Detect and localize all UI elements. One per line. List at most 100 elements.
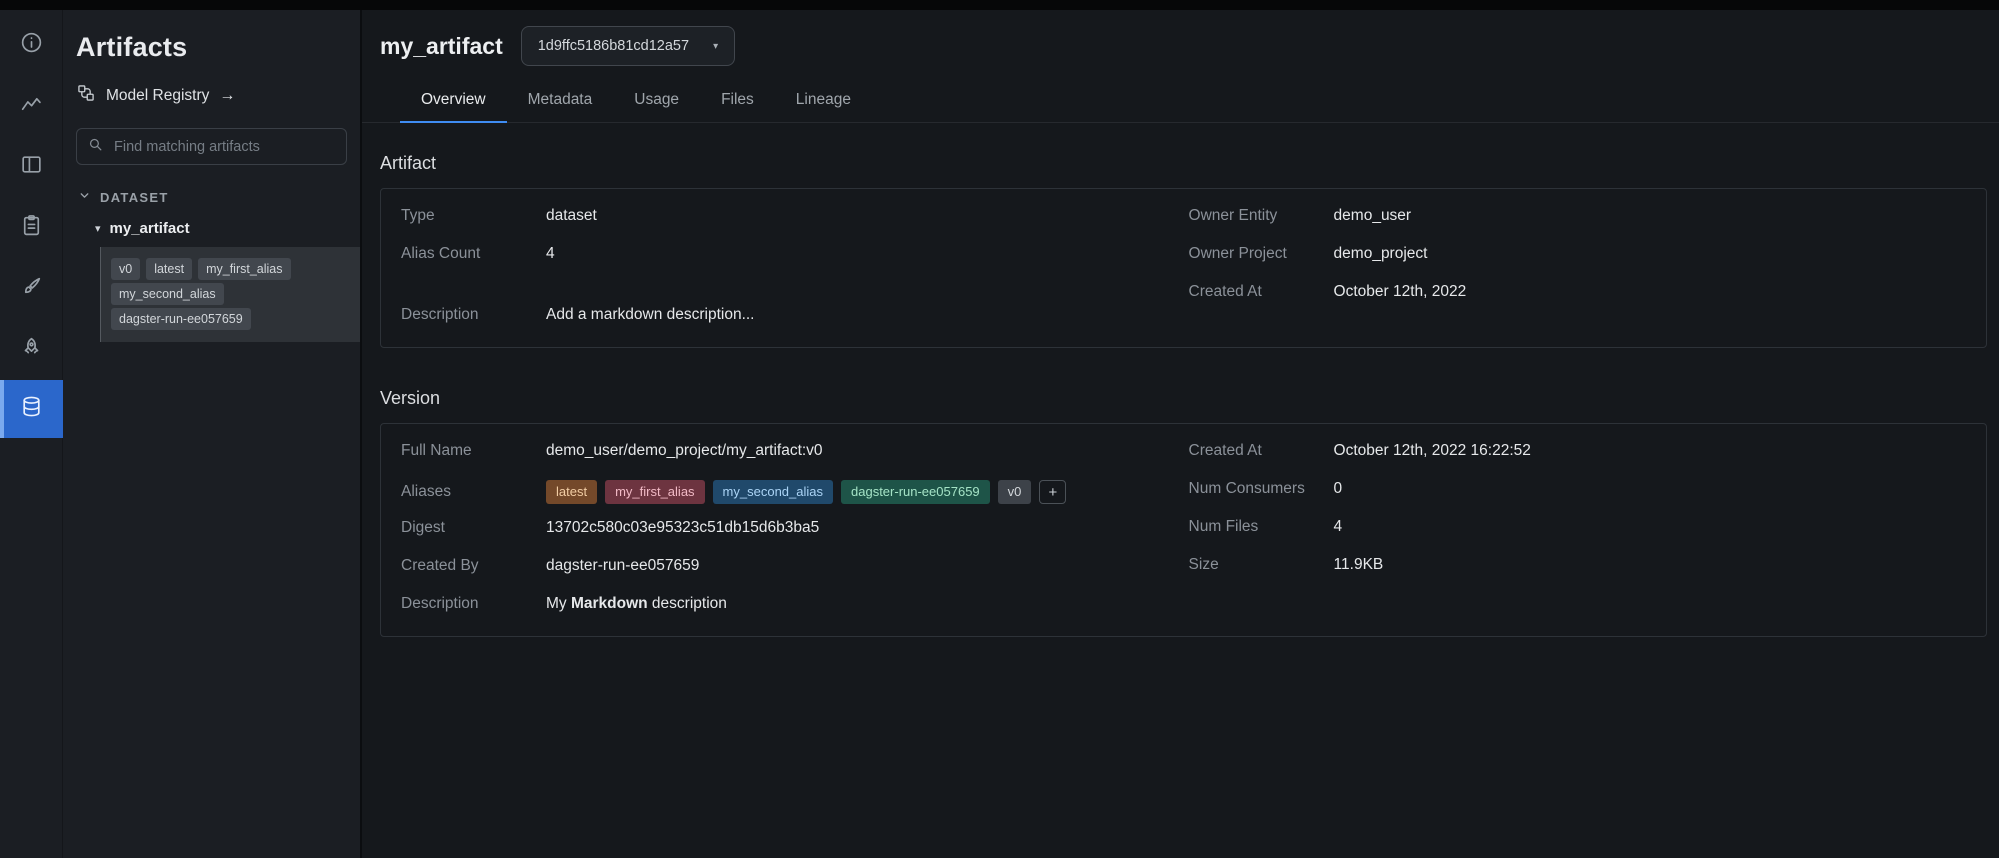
field-row-created-at: Created At October 12th, 2022 [1189, 283, 1966, 306]
version-panel-right-column: Created At October 12th, 2022 16:22:52 N… [1189, 442, 1966, 618]
field-value: 0 [1334, 480, 1343, 498]
description-bold-text: Markdown [571, 595, 648, 612]
alias-chip-list: latest my_first_alias my_second_alias da… [546, 480, 1066, 504]
field-label: Description [401, 595, 546, 613]
field-row-aliases: Aliases latest my_first_alias my_second_… [401, 480, 1149, 504]
tree-section-dataset[interactable]: DATASET [76, 189, 347, 205]
info-icon [19, 30, 44, 60]
alias-chip-dagster-run[interactable]: dagster-run-ee057659 [841, 480, 990, 504]
workspace-icon [19, 152, 44, 182]
tab-metadata[interactable]: Metadata [507, 78, 614, 122]
version-section-heading: Version [380, 388, 1987, 409]
artifacts-database-icon [19, 394, 44, 424]
overview-tab-content: Artifact Type dataset Alias Count 4 Desc… [362, 153, 1999, 637]
version-tag-my-second-alias: my_second_alias [111, 283, 224, 305]
rail-item-info[interactable] [0, 14, 63, 75]
artifact-section-heading: Artifact [380, 153, 1987, 174]
artifact-header: my_artifact 1d9ffc5186b81cd12a57 ▾ [362, 26, 1999, 66]
chevron-down-icon [78, 189, 91, 205]
caret-down-icon: ▾ [95, 222, 101, 235]
field-label: Created By [401, 557, 546, 575]
field-row-full-name: Full Name demo_user/demo_project/my_arti… [401, 442, 1149, 465]
nav-rail [0, 0, 63, 858]
rail-item-launch[interactable] [0, 319, 63, 380]
field-value: October 12th, 2022 [1334, 283, 1467, 301]
digest-value: 13702c580c03e95323c51db15d6b3ba5 [546, 519, 819, 537]
owner-project-link[interactable]: demo_project [1334, 245, 1428, 263]
version-tag-my-first-alias: my_first_alias [198, 258, 290, 280]
field-label: Created At [1189, 442, 1334, 460]
version-panel: Full Name demo_user/demo_project/my_arti… [380, 423, 1987, 637]
field-row-num-files: Num Files 4 [1189, 518, 1966, 541]
description-text: My [546, 595, 571, 612]
tree-section-label: DATASET [100, 190, 169, 205]
tab-files[interactable]: Files [700, 78, 775, 122]
field-label: Full Name [401, 442, 546, 460]
page-title: my_artifact [380, 33, 503, 60]
rail-item-workspace[interactable] [0, 136, 63, 197]
rail-item-charts[interactable] [0, 75, 63, 136]
tab-lineage[interactable]: Lineage [775, 78, 872, 122]
field-label: Aliases [401, 483, 546, 501]
field-label: Num Files [1189, 518, 1334, 536]
search-icon [87, 136, 104, 158]
rail-item-artifacts[interactable] [0, 380, 63, 438]
field-row-version-created-at: Created At October 12th, 2022 16:22:52 [1189, 442, 1966, 465]
version-select-dropdown[interactable]: 1d9ffc5186b81cd12a57 ▾ [521, 26, 735, 66]
launch-rocket-icon [19, 335, 44, 365]
version-tag-v0: v0 [111, 258, 140, 280]
version-tag-dagster-run: dagster-run-ee057659 [111, 308, 251, 330]
tab-bar: Overview Metadata Usage Files Lineage [362, 78, 1999, 123]
window-top-strip [0, 0, 1999, 10]
rail-item-sweeps[interactable] [0, 258, 63, 319]
alias-chip-my-second-alias[interactable]: my_second_alias [713, 480, 833, 504]
field-row-owner-project: Owner Project demo_project [1189, 245, 1966, 268]
model-registry-link[interactable]: Model Registry → [76, 83, 347, 108]
tree-version-item-selected[interactable]: v0 latest my_first_alias my_second_alias… [100, 247, 360, 342]
tree-item-my-artifact[interactable]: ▾ my_artifact [76, 220, 347, 237]
field-value: demo_user/demo_project/my_artifact:v0 [546, 442, 823, 460]
search-input[interactable] [112, 138, 336, 156]
artifact-search-box[interactable] [76, 128, 347, 165]
alias-chip-my-first-alias[interactable]: my_first_alias [605, 480, 704, 504]
alias-chip-v0[interactable]: v0 [998, 480, 1032, 504]
field-value: October 12th, 2022 16:22:52 [1334, 442, 1531, 460]
field-row-created-by: Created By dagster-run-ee057659 [401, 557, 1149, 580]
artifact-panel-left-column: Type dataset Alias Count 4 Description A… [401, 207, 1149, 329]
alias-chip-latest[interactable]: latest [546, 480, 597, 504]
add-alias-button[interactable]: + [1039, 480, 1066, 504]
chevron-down-icon: ▾ [713, 41, 718, 52]
version-tag-line: v0 latest my_first_alias [111, 258, 350, 280]
sidebar-title: Artifacts [76, 32, 347, 63]
version-tag-line: dagster-run-ee057659 [111, 308, 350, 330]
version-id-value: 1d9ffc5186b81cd12a57 [538, 38, 689, 54]
model-registry-label: Model Registry [106, 87, 209, 105]
sweeps-brush-icon [19, 274, 44, 304]
field-label: Type [401, 207, 546, 225]
main-content: my_artifact 1d9ffc5186b81cd12a57 ▾ Overv… [360, 0, 1999, 858]
version-panel-left-column: Full Name demo_user/demo_project/my_arti… [401, 442, 1149, 618]
tree-artifact-label: my_artifact [110, 220, 190, 237]
field-row-owner-entity: Owner Entity demo_user [1189, 207, 1966, 230]
artifact-panel-right-column: Owner Entity demo_user Owner Project dem… [1189, 207, 1966, 329]
owner-entity-link[interactable]: demo_user [1334, 207, 1412, 225]
version-description-value[interactable]: My Markdown description [546, 595, 727, 613]
tab-usage[interactable]: Usage [613, 78, 700, 122]
field-row-description: Description Add a markdown description..… [401, 306, 1149, 329]
created-by-run-link[interactable]: dagster-run-ee057659 [546, 557, 699, 575]
field-label: Size [1189, 556, 1334, 574]
arrow-right-icon: → [219, 87, 235, 105]
field-row-size: Size 11.9KB [1189, 556, 1966, 579]
field-value: 4 [1334, 518, 1343, 536]
artifacts-sidebar: Artifacts Model Registry → DATASET ▾ [63, 0, 360, 858]
field-label: Num Consumers [1189, 480, 1334, 498]
field-value: 4 [546, 245, 555, 263]
tab-overview[interactable]: Overview [400, 78, 507, 122]
description-placeholder[interactable]: Add a markdown description... [546, 306, 755, 324]
field-label: Created At [1189, 283, 1334, 301]
version-tag-line: my_second_alias [111, 283, 350, 305]
rail-item-reports[interactable] [0, 197, 63, 258]
description-text: description [648, 595, 727, 612]
field-label: Alias Count [401, 245, 546, 263]
artifact-panel: Type dataset Alias Count 4 Description A… [380, 188, 1987, 348]
